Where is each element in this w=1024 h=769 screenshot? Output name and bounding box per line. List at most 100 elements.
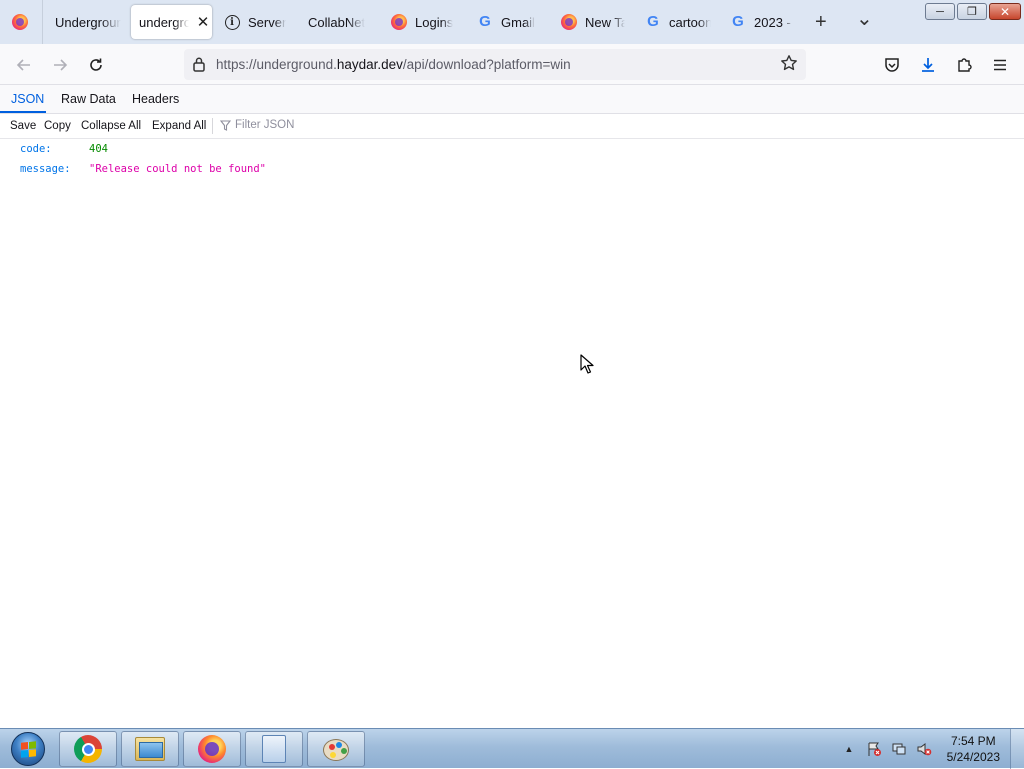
system-tray: ▲ <box>840 729 940 769</box>
json-key: code: <box>20 143 52 155</box>
taskbar-chrome[interactable] <box>59 731 117 767</box>
tab-gmail[interactable]: G Gmail <box>477 3 541 41</box>
new-tab-button[interactable]: + <box>815 12 827 32</box>
navigation-toolbar: https://underground.haydar.dev/api/downl… <box>0 44 1024 85</box>
tab-collabnet[interactable]: CollabNet <box>308 3 378 41</box>
tab-raw-data[interactable]: Raw Data <box>61 92 116 106</box>
info-icon: i <box>224 14 240 30</box>
puzzle-icon <box>958 58 972 72</box>
taskbar-paint[interactable] <box>307 731 365 767</box>
volume-muted-icon[interactable] <box>915 741 933 757</box>
bookmark-star-icon[interactable] <box>780 54 798 77</box>
filter-json-input[interactable]: Filter JSON <box>220 119 294 131</box>
windows-logo-icon <box>11 732 45 766</box>
reload-button[interactable] <box>85 54 107 76</box>
tab-strip: Undergroun undergro ✕ i Server N CollabN… <box>0 0 1024 44</box>
json-row-code[interactable]: code: 404 <box>0 139 1024 159</box>
tab-label: Logins <box>415 14 454 30</box>
window-controls: ─ ❐ ✕ <box>925 3 1021 21</box>
notepad-icon <box>262 735 286 763</box>
tab-underground-1[interactable]: Undergroun <box>55 3 121 41</box>
lock-icon[interactable] <box>192 56 206 77</box>
restore-button[interactable]: ❐ <box>957 3 987 20</box>
save-button[interactable]: Save <box>10 120 36 132</box>
show-desktop-button[interactable] <box>1010 729 1024 769</box>
tab-separator <box>42 0 43 44</box>
firefox-icon <box>391 14 407 30</box>
forward-button[interactable] <box>49 54 71 76</box>
downloads-button[interactable] <box>917 54 939 76</box>
chrome-icon <box>74 735 102 763</box>
tab-label: Server N <box>248 14 286 30</box>
tab-json[interactable]: JSON <box>11 92 44 106</box>
tab-headers[interactable]: Headers <box>132 92 179 106</box>
expand-all-button[interactable]: Expand All <box>152 120 206 132</box>
taskbar-file-explorer[interactable] <box>121 731 179 767</box>
tab-label: CollabNet <box>308 14 366 30</box>
tab-firefox-view[interactable] <box>12 3 40 41</box>
file-explorer-icon <box>135 737 165 761</box>
clock-date: 5/24/2023 <box>946 750 1000 764</box>
restore-icon: ❐ <box>967 6 977 18</box>
active-tab-indicator <box>0 111 46 113</box>
paint-icon <box>321 735 351 763</box>
mouse-cursor-icon <box>580 354 594 374</box>
url-domain: haydar.dev <box>336 57 403 72</box>
url-text[interactable]: https://underground.haydar.dev/api/downl… <box>216 57 571 72</box>
json-row-message[interactable]: message: "Release could not be found" <box>0 159 1024 179</box>
close-icon: ✕ <box>999 4 1011 19</box>
tab-label: New Ta <box>585 14 625 30</box>
forward-arrow-icon <box>54 59 68 71</box>
json-key: message: <box>20 163 71 175</box>
download-icon <box>922 58 934 72</box>
close-tab-icon[interactable]: ✕ <box>195 14 211 31</box>
app-menu-button[interactable] <box>989 54 1011 76</box>
pocket-button[interactable] <box>881 54 903 76</box>
tab-cartoon[interactable]: G cartoon <box>645 3 711 41</box>
url-prefix: https://underground. <box>216 57 337 72</box>
clock-time: 7:54 PM <box>950 734 996 748</box>
list-all-tabs-button[interactable]: ⌄ <box>856 9 873 29</box>
back-arrow-icon <box>16 59 30 71</box>
json-viewer-toolbar: Save Copy Collapse All Expand All Filter… <box>0 114 1024 139</box>
windows-taskbar: ▲ 7:54 PM 5/24/2023 <box>0 728 1024 769</box>
action-center-flag-icon[interactable] <box>865 741 883 757</box>
network-icon[interactable] <box>890 741 908 757</box>
reload-icon <box>90 58 102 71</box>
firefox-icon <box>12 14 28 30</box>
firefox-icon <box>561 14 577 30</box>
show-hidden-icons-button[interactable]: ▲ <box>840 741 858 757</box>
start-button[interactable] <box>5 730 51 768</box>
back-button[interactable] <box>13 54 35 76</box>
firefox-icon <box>198 735 226 763</box>
json-viewer-tabs: JSON Raw Data Headers <box>0 85 1024 114</box>
copy-button[interactable]: Copy <box>44 120 71 132</box>
json-string-value: "Release could not be found" <box>89 163 267 175</box>
tab-2023[interactable]: G 2023 - 1 <box>730 3 794 41</box>
tab-new-tab[interactable]: New Ta <box>561 3 625 41</box>
url-path: /api/download?platform=win <box>402 57 571 72</box>
minimize-icon: ─ <box>936 5 944 18</box>
tab-label: undergro <box>139 14 189 30</box>
taskbar-firefox[interactable] <box>183 731 241 767</box>
minimize-button[interactable]: ─ <box>925 3 955 20</box>
filter-placeholder: Filter JSON <box>235 119 295 131</box>
google-icon: G <box>479 13 491 30</box>
tab-underground-active[interactable]: undergro ✕ <box>131 5 212 39</box>
extensions-button[interactable] <box>953 54 975 76</box>
system-clock[interactable]: 7:54 PM 5/24/2023 <box>947 733 1000 765</box>
tab-label: Gmail <box>501 14 535 30</box>
toolbar-divider <box>212 118 213 134</box>
json-number-value: 404 <box>89 143 108 155</box>
tab-label: Undergroun <box>55 14 121 30</box>
taskbar-notepad[interactable] <box>245 731 303 767</box>
tab-logins[interactable]: Logins <box>391 3 455 41</box>
url-bar[interactable]: https://underground.haydar.dev/api/downl… <box>184 49 806 80</box>
collapse-all-button[interactable]: Collapse All <box>81 120 141 132</box>
tab-label: cartoon <box>669 14 711 30</box>
tab-server[interactable]: i Server N <box>224 3 286 41</box>
google-icon: G <box>647 13 659 30</box>
filter-icon <box>220 119 231 131</box>
close-window-button[interactable]: ✕ <box>989 3 1021 20</box>
google-icon: G <box>732 13 744 30</box>
